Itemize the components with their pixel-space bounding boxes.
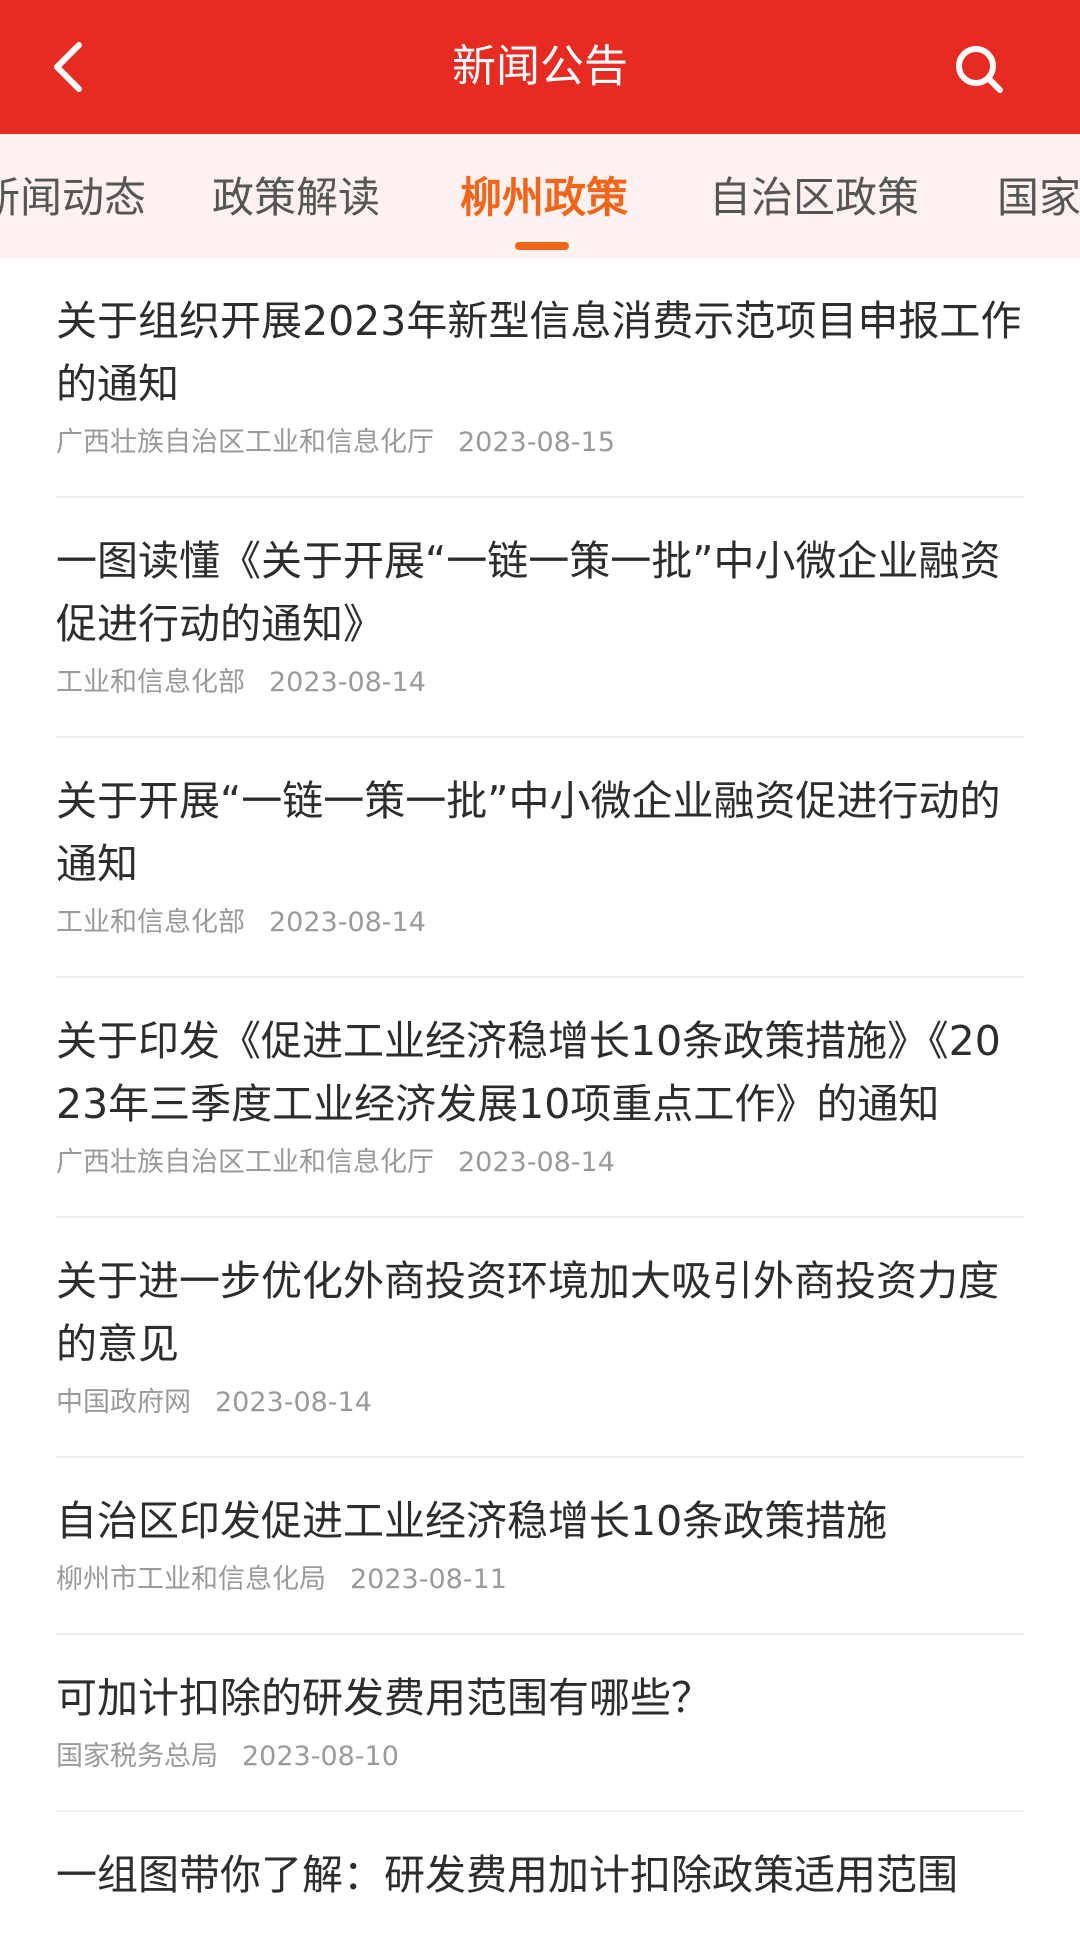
article-source: 柳州市工业和信息化局 <box>56 1564 326 1595</box>
article-title: 一组图带你了解：研发费用加计扣除政策适用范围 <box>56 1851 958 1899</box>
search-button[interactable] <box>950 40 1008 98</box>
article-meta: 国家税务总局 2023-08-10 <box>56 1738 1024 1776</box>
article-meta: 广西壮族自治区工业和信息化厅 2023-08-14 <box>56 1144 1024 1182</box>
article-date: 2023-08-11 <box>350 1564 507 1595</box>
list-item[interactable]: 一图读懂《关于开展“一链一策一批”中小微企业融资促进行动的通知》 工业和信息化部… <box>56 498 1024 738</box>
article-meta: 工业和信息化部 2023-08-14 <box>56 664 1024 702</box>
article-source: 广西壮族自治区工业和信息化厅 <box>56 427 434 458</box>
article-title: 关于开展“一链一策一批”中小微企业融资促进行动的通知 <box>56 777 1001 888</box>
tab-liuzhou-policy[interactable]: 柳州政策 <box>460 134 628 258</box>
article-date: 2023-08-15 <box>458 427 615 458</box>
list-item[interactable]: 自治区印发促进工业经济稳增长10条政策措施 柳州市工业和信息化局 2023-08-… <box>56 1458 1024 1635</box>
tab-autonomous-region-policy[interactable]: 自治区政策 <box>709 134 919 258</box>
tab-policy-interpretation[interactable]: 政策解读 <box>212 134 380 258</box>
article-source: 中国政府网 <box>56 1387 191 1418</box>
article-date: 2023-08-14 <box>269 667 426 698</box>
article-list: 关于组织开展2023年新型信息消费示范项目申报工作的通知 广西壮族自治区工业和信… <box>0 258 1080 1941</box>
article-source: 国家税务总局 <box>56 1741 218 1772</box>
article-date: 2023-08-14 <box>269 907 426 938</box>
article-date: 2023-08-14 <box>458 1147 615 1178</box>
article-meta: 中国政府网 2023-08-14 <box>56 1384 1024 1422</box>
article-source: 工业和信息化部 <box>56 667 245 698</box>
tab-national-policy[interactable]: 国家 <box>997 134 1080 258</box>
list-item[interactable]: 可加计扣除的研发费用范围有哪些？ 国家税务总局 2023-08-10 <box>56 1635 1024 1812</box>
active-tab-indicator <box>515 242 569 250</box>
article-meta: 工业和信息化部 2023-08-14 <box>56 904 1024 942</box>
list-item[interactable]: 关于进一步优化外商投资环境加大吸引外商投资力度的意见 中国政府网 2023-08-… <box>56 1218 1024 1458</box>
article-title: 关于组织开展2023年新型信息消费示范项目申报工作的通知 <box>56 297 1022 408</box>
list-item[interactable]: 关于印发《促进工业经济稳增长10条政策措施》《2023年三季度工业经济发展10项… <box>56 978 1024 1218</box>
article-title: 自治区印发促进工业经济稳增长10条政策措施 <box>56 1497 888 1545</box>
article-meta: 柳州市工业和信息化局 2023-08-11 <box>56 1561 1024 1599</box>
article-source: 工业和信息化部 <box>56 907 245 938</box>
article-date: 2023-08-14 <box>215 1387 372 1418</box>
top-app-bar: 新闻公告 <box>0 0 1080 134</box>
article-source: 广西壮族自治区工业和信息化厅 <box>56 1147 434 1178</box>
list-item[interactable]: 关于开展“一链一策一批”中小微企业融资促进行动的通知 工业和信息化部 2023-0… <box>56 738 1024 978</box>
category-tab-bar: 新闻动态 政策解读 柳州政策 自治区政策 国家 <box>0 134 1080 258</box>
article-title: 关于印发《促进工业经济稳增长10条政策措施》《2023年三季度工业经济发展10项… <box>56 1017 1001 1128</box>
article-date: 2023-08-10 <box>242 1741 399 1772</box>
tab-news-updates[interactable]: 新闻动态 <box>0 134 146 258</box>
article-title: 关于进一步优化外商投资环境加大吸引外商投资力度的意见 <box>56 1257 999 1368</box>
article-title: 可加计扣除的研发费用范围有哪些？ <box>56 1674 712 1722</box>
page-title: 新闻公告 <box>452 41 628 92</box>
article-meta: 广西壮族自治区工业和信息化厅 2023-08-15 <box>56 424 1024 462</box>
list-item[interactable]: 关于组织开展2023年新型信息消费示范项目申报工作的通知 广西壮族自治区工业和信… <box>56 258 1024 498</box>
search-icon <box>956 46 1003 93</box>
article-title: 一图读懂《关于开展“一链一策一批”中小微企业融资促进行动的通知》 <box>56 537 1001 648</box>
list-item[interactable]: 一组图带你了解：研发费用加计扣除政策适用范围 <box>56 1812 1024 1941</box>
